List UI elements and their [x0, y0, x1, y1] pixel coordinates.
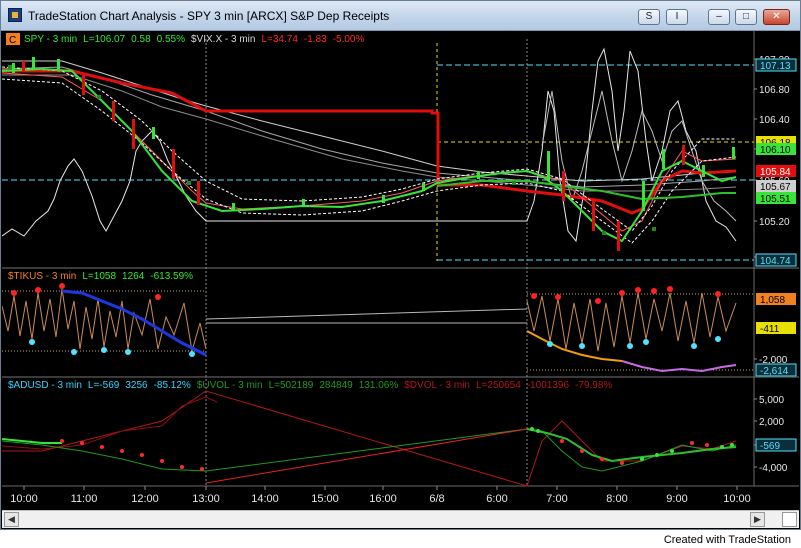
- legend-item: -1001396: [527, 380, 570, 391]
- time-axis-label: 11:00: [71, 493, 98, 505]
- legend-item: 3256: [125, 380, 148, 391]
- price-tag-label: -569: [760, 441, 780, 452]
- axis-tick-label: 2,000: [759, 417, 784, 428]
- legend-item: L=502189: [269, 380, 314, 391]
- axis-tick-label: 105.20: [759, 217, 790, 228]
- time-axis-label: 6/8: [429, 493, 444, 505]
- minimize-button[interactable]: –: [708, 9, 730, 25]
- legend-item: SPY - 3 min: [24, 34, 77, 45]
- chart-type-badge-label: C: [9, 35, 16, 46]
- title-bar[interactable]: TradeStation Chart Analysis - SPY 3 min …: [1, 1, 800, 31]
- time-axis-label: 7:00: [546, 493, 567, 505]
- adusd-tags: -569: [755, 438, 797, 452]
- time-axis-label: 16:00: [369, 493, 397, 505]
- app-icon: [8, 8, 22, 22]
- time-axis-label: 14:00: [251, 493, 279, 505]
- axis-tick-label: 106.40: [759, 115, 790, 126]
- time-axis-label: 6:00: [486, 493, 507, 505]
- legend-item: $TIKUS - 3 min: [8, 271, 76, 282]
- scroll-end-box[interactable]: [782, 512, 797, 527]
- price-legend: SPY - 3 min L=106.07 0.58 0.55% $VIX.X - 3 m…: [24, 34, 364, 45]
- legend-item: 0.58: [131, 34, 151, 45]
- legend-item: -1.83: [304, 34, 327, 45]
- time-axis-label: 9:00: [666, 493, 687, 505]
- legend-item: L=34.74: [261, 34, 298, 45]
- legend-item: -85.12%: [154, 380, 191, 391]
- maximize-button[interactable]: □: [735, 9, 757, 25]
- legend-item: -5.00%: [333, 34, 365, 45]
- legend-item: 284849: [319, 380, 353, 391]
- price-tag-label: 1,058: [760, 295, 785, 306]
- legend-item: L=-569: [88, 380, 120, 391]
- legend-item: -79.98%: [575, 380, 612, 391]
- time-axis-label: 13:00: [192, 493, 220, 505]
- axis-tick-label: 106.80: [759, 85, 790, 96]
- legend-item: $UVOL - 3 min: [197, 380, 263, 391]
- legend-item: 131.06%: [359, 380, 399, 391]
- legend-item: $DVOL - 3 min: [404, 380, 470, 391]
- legend-item: L=250654: [476, 380, 521, 391]
- tikus-legend: $TIKUS - 3 min L=1058 1264 -613.59%: [8, 271, 193, 282]
- legend-item: $VIX.X - 3 min: [191, 34, 255, 45]
- window-title: TradeStation Chart Analysis - SPY 3 min …: [28, 9, 390, 23]
- time-axis-label: 10:00: [723, 493, 751, 505]
- time-axis-label: 10:00: [10, 493, 38, 505]
- scroll-right-arrow-icon[interactable]: ▶: [750, 512, 765, 527]
- symbol-link-button[interactable]: S: [638, 9, 660, 25]
- price-tag-label: -2,614: [760, 366, 789, 377]
- price-tag-label: 104.74: [760, 256, 791, 267]
- legend-item: $ADUSD - 3 min: [8, 380, 82, 391]
- price-tag-label: -411: [760, 324, 780, 335]
- footer-credit: Created with TradeStation: [663, 534, 791, 546]
- indicator-link-button[interactable]: I: [666, 9, 688, 25]
- close-button[interactable]: ✕: [763, 9, 790, 25]
- legend-item: -613.59%: [150, 271, 193, 282]
- legend-item: L=1058: [82, 271, 116, 282]
- price-tag-label: 105.67: [760, 182, 791, 193]
- time-axis-label: 12:00: [131, 493, 159, 505]
- legend-item: L=106.07: [83, 34, 125, 45]
- price-tag-label: 106.10: [760, 145, 791, 156]
- axis-tick-label: 5,000: [759, 395, 784, 406]
- chart-canvas[interactable]: SPY - 3 min L=106.07 0.58 0.55% $VIX.X - 3 m…: [2, 31, 799, 510]
- price-tag-label: 107.13: [760, 61, 791, 72]
- horizontal-scrollbar[interactable]: ◀ ▶: [2, 510, 799, 528]
- legend-item: 1264: [122, 271, 145, 282]
- price-tag-label: 105.51: [760, 194, 791, 205]
- time-axis-label: 15:00: [311, 493, 339, 505]
- price-tag-label: 105.84: [760, 167, 791, 178]
- scroll-left-arrow-icon[interactable]: ◀: [4, 512, 19, 527]
- axis-tick-label: -4,000: [759, 463, 788, 474]
- chart-window: TradeStation Chart Analysis - SPY 3 min …: [0, 0, 801, 530]
- time-axis-label: 8:00: [606, 493, 627, 505]
- legend-item: 0.55%: [157, 34, 185, 45]
